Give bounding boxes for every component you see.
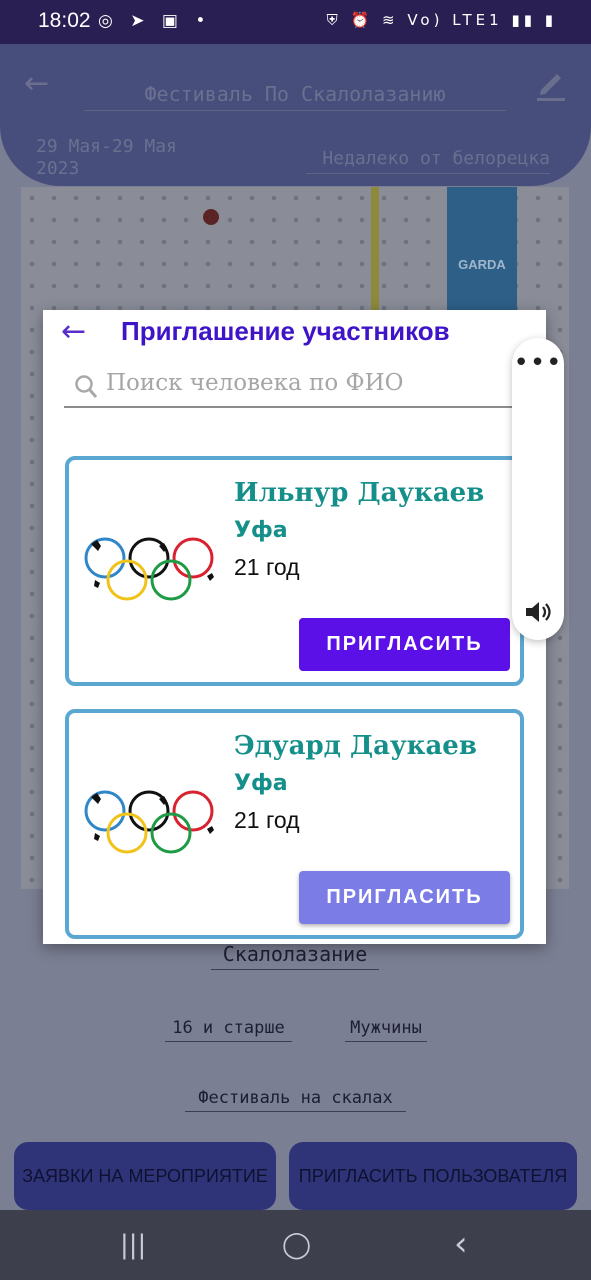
dialog-title: Приглашение участников	[121, 316, 450, 346]
participant-city: Уфа	[234, 771, 288, 796]
invite-button[interactable]: ПРИГЛАСИТЬ	[299, 871, 510, 924]
climbing-rope	[371, 187, 379, 317]
search-input[interactable]	[106, 370, 506, 396]
more-icon[interactable]: •••	[512, 348, 564, 378]
climbing-hold	[203, 209, 219, 225]
floating-side-panel: •••	[512, 338, 564, 640]
edit-icon[interactable]	[535, 66, 567, 102]
status-time: 18:02	[38, 9, 91, 32]
participant-name: Ильнур Даукаев	[234, 478, 485, 508]
invite-participants-dialog: ← Приглашение участников Ильнур Даукаев …	[43, 310, 546, 944]
age-field[interactable]: 16 и старше	[165, 1018, 292, 1042]
olympic-rings-icon	[84, 790, 214, 854]
gender-field[interactable]: Мужчины	[345, 1018, 427, 1042]
participant-city: Уфа	[234, 518, 288, 543]
nav-back-icon[interactable]: ‹	[454, 1224, 468, 1264]
sport-field[interactable]: Скалолазание	[211, 942, 379, 970]
participant-age: 21 год	[234, 807, 300, 833]
invite-user-button[interactable]: ПРИГЛАСИТЬ ПОЛЬЗОВАТЕЛЯ	[289, 1142, 577, 1210]
invite-button[interactable]: ПРИГЛАСИТЬ	[299, 618, 510, 671]
system-status-icons: ⛨ ⏰ ≋ Vo) LTE1 ▮▮ ▮	[326, 11, 557, 29]
event-date: 29 Мая-29 Мая 2023	[36, 136, 177, 179]
recent-apps-icon[interactable]: |||	[120, 1230, 146, 1260]
event-location[interactable]: Недалеко от белорецка	[306, 148, 550, 174]
event-header: ← Фестиваль По Скалолазанию 29 Мая-29 Ма…	[0, 44, 591, 186]
volume-icon[interactable]	[524, 600, 552, 624]
status-bar: 18:02 ◎ ➤ ▣ • ⛨ ⏰ ≋ Vo) LTE1 ▮▮ ▮	[0, 0, 591, 44]
olympic-rings-icon	[84, 537, 214, 601]
notification-icons: ◎ ➤ ▣ •	[98, 11, 212, 31]
applications-button[interactable]: ЗАЯВКИ НА МЕРОПРИЯТИЕ	[14, 1142, 276, 1210]
dialog-back-icon[interactable]: ←	[61, 314, 86, 349]
home-icon[interactable]: ◯	[282, 1230, 311, 1260]
back-arrow-icon[interactable]: ←	[24, 66, 49, 101]
participant-card: Эдуард Даукаев Уфа 21 год ПРИГЛАСИТЬ	[65, 709, 524, 939]
participant-age: 21 год	[234, 554, 300, 580]
search-bar[interactable]	[64, 368, 512, 408]
event-type-field[interactable]: Фестиваль на скалах	[185, 1088, 406, 1112]
participant-card: Ильнур Даукаев Уфа 21 год ПРИГЛАСИТЬ	[65, 456, 524, 686]
participant-name: Эдуард Даукаев	[234, 731, 477, 761]
search-icon	[75, 375, 98, 398]
system-nav-bar: ||| ◯ ‹	[0, 1210, 591, 1280]
event-title[interactable]: Фестиваль По Скалолазанию	[84, 82, 506, 111]
photo-banner: GARDA	[447, 187, 517, 317]
